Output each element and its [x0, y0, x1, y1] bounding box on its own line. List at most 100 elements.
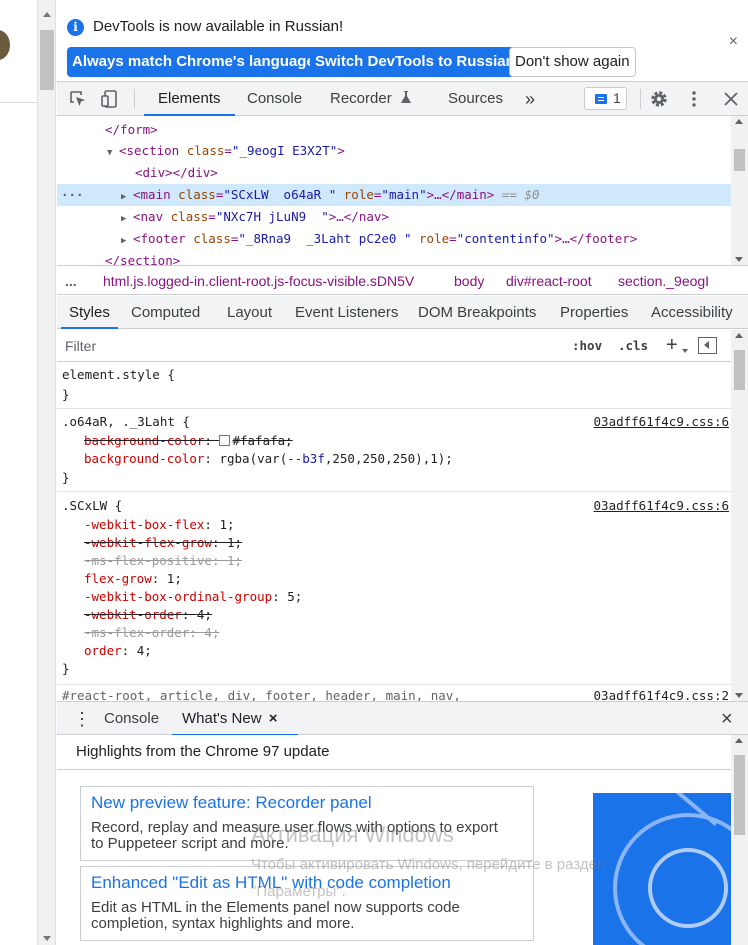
promo-thumbnail[interactable]: [593, 793, 731, 945]
hover-state-toggle[interactable]: :hov: [572, 338, 602, 353]
dom-node-section[interactable]: ▼ <section class="_9eogI E3X2T">: [57, 140, 731, 162]
filter-input[interactable]: [57, 332, 559, 359]
rule-source-link[interactable]: 03adff61f4c9.css:6: [594, 497, 729, 515]
dom-node-nav[interactable]: ▶ <nav class="NXc7H jLuN9 ">…</nav>: [57, 206, 731, 228]
rule-source-link[interactable]: 03adff61f4c9.css:6: [594, 413, 729, 431]
breadcrumb-item[interactable]: section._9eogI: [618, 266, 709, 294]
declaration-invalid[interactable]: -ms-flex-positive: 1;: [84, 552, 242, 570]
expand-triangle-icon[interactable]: ▶: [121, 230, 133, 252]
match-language-button[interactable]: Always match Chrome's language: [67, 47, 320, 77]
dom-tree: </form> ▼ <section class="_9eogI E3X2T"> …: [57, 116, 748, 265]
tab-console[interactable]: Console: [247, 82, 302, 116]
tab-properties[interactable]: Properties: [560, 296, 628, 329]
dom-node-form-close[interactable]: </form>: [57, 119, 731, 141]
attr-name: role: [419, 231, 450, 246]
declaration[interactable]: background-color: rgba(var(--b3f,250,250…: [84, 450, 453, 468]
infobar-message: DevTools is now available in Russian!: [93, 18, 344, 35]
rule-selector[interactable]: .SCxLW {: [62, 497, 122, 515]
feature-card-title[interactable]: Enhanced "Edit as HTML" with code comple…: [91, 873, 451, 893]
collapse-triangle-icon[interactable]: ▼: [107, 142, 119, 164]
rule-selector[interactable]: element.style {: [62, 366, 175, 384]
tab-styles[interactable]: Styles: [61, 296, 118, 329]
color-swatch-icon[interactable]: [219, 435, 231, 446]
tab-accessibility[interactable]: Accessibility: [651, 296, 733, 329]
kebab-menu-icon[interactable]: [685, 90, 703, 108]
tab-whats-new[interactable]: What's New ×: [172, 702, 297, 736]
expand-triangle-icon[interactable]: ▶: [121, 186, 133, 208]
rule-source-link[interactable]: 03adff61f4c9.css:2: [594, 687, 729, 701]
expand-triangle-icon[interactable]: ▶: [121, 208, 133, 230]
tab-recorder[interactable]: Recorder: [330, 82, 412, 116]
more-tabs-icon[interactable]: »: [525, 82, 535, 116]
property-name: -webkit-box-ordinal-group: [84, 589, 273, 604]
drawer-scrollbar[interactable]: [731, 735, 748, 945]
rule-selector[interactable]: #react-root, article, div, footer, heade…: [62, 687, 461, 701]
toggle-sidebar-icon[interactable]: [698, 337, 717, 354]
declaration[interactable]: flex-grow: 1;: [84, 570, 182, 588]
scroll-up-icon[interactable]: [735, 738, 743, 743]
scrollbar-thumb[interactable]: [734, 755, 745, 835]
declaration-invalid[interactable]: -ms-flex-order: 4;: [84, 624, 219, 642]
close-devtools-icon[interactable]: [722, 90, 740, 108]
property-value: 1;: [227, 535, 243, 550]
device-toolbar-icon[interactable]: [101, 90, 119, 108]
dom-node-footer[interactable]: ▶ <footer class="_8Rna9 _3Laht pC2e0 " ro…: [57, 228, 731, 250]
feature-card[interactable]: New preview feature: Recorder panel Reco…: [80, 786, 534, 861]
attr-name: role: [343, 187, 374, 202]
page-scrollbar[interactable]: [38, 0, 56, 945]
node-actions-icon[interactable]: ···: [61, 184, 84, 206]
property-value: ,250,250,250),1);: [324, 451, 453, 466]
scroll-down-icon[interactable]: [735, 693, 743, 698]
rule-close-brace: }: [62, 661, 70, 676]
close-icon[interactable]: ×: [729, 33, 738, 51]
dropdown-icon[interactable]: [682, 349, 688, 353]
tag-text: </section>: [105, 253, 181, 265]
drawer-menu-icon[interactable]: ⋮: [73, 702, 91, 736]
scroll-up-icon[interactable]: [735, 333, 743, 338]
breadcrumb-item[interactable]: div#react-root: [506, 266, 592, 294]
feature-card[interactable]: Enhanced "Edit as HTML" with code comple…: [80, 866, 534, 941]
gear-icon[interactable]: [650, 90, 668, 108]
declaration-overridden[interactable]: background-color: #fafafa;: [84, 432, 293, 450]
scroll-up-icon[interactable]: [43, 12, 51, 17]
css-variable-link[interactable]: --b3f: [287, 451, 325, 466]
scrollbar-thumb[interactable]: [734, 350, 745, 390]
tab-sources[interactable]: Sources: [448, 82, 503, 116]
close-drawer-icon[interactable]: ×: [721, 702, 733, 736]
whats-new-panel: Highlights from the Chrome 97 update New…: [57, 735, 748, 945]
tab-drawer-console[interactable]: Console: [104, 702, 159, 736]
tab-event-listeners[interactable]: Event Listeners: [295, 296, 398, 329]
breadcrumb-item[interactable]: html.js.logged-in.client-root.js-focus-v…: [103, 266, 414, 294]
declaration-overridden[interactable]: -webkit-flex-grow: 1;: [84, 534, 242, 552]
dom-node-div[interactable]: <div></div>: [57, 162, 731, 184]
dont-show-again-button[interactable]: Don't show again: [509, 47, 636, 77]
inspect-element-icon[interactable]: [69, 90, 87, 108]
class-toggle[interactable]: .cls: [618, 338, 648, 353]
dom-node-main-selected[interactable]: ··· ▶ <main class="SCxLW o64aR " role="ma…: [57, 184, 731, 206]
tab-elements[interactable]: Elements: [144, 82, 234, 116]
dom-node-section-close[interactable]: </section>: [57, 250, 731, 265]
feature-card-title[interactable]: New preview feature: Recorder panel: [91, 793, 372, 813]
tab-computed[interactable]: Computed: [131, 296, 200, 329]
breadcrumb-item[interactable]: body: [454, 266, 484, 294]
scroll-down-icon[interactable]: [43, 936, 51, 941]
scrollbar-thumb[interactable]: [40, 30, 54, 90]
declaration[interactable]: order: 4;: [84, 642, 152, 660]
declaration[interactable]: -webkit-box-flex: 1;: [84, 516, 235, 534]
dom-scrollbar[interactable]: [731, 116, 748, 265]
styles-scrollbar[interactable]: [731, 330, 748, 701]
scroll-up-icon[interactable]: [735, 119, 743, 124]
new-style-rule-icon[interactable]: +: [666, 334, 678, 357]
close-tab-icon[interactable]: ×: [269, 710, 278, 727]
scrollbar-thumb[interactable]: [734, 149, 745, 171]
tab-layout[interactable]: Layout: [227, 296, 272, 329]
issues-counter[interactable]: 1: [584, 87, 627, 110]
tab-dom-breakpoints[interactable]: DOM Breakpoints: [418, 296, 536, 329]
scroll-down-icon[interactable]: [735, 257, 743, 262]
declaration-overridden[interactable]: -webkit-order: 4;: [84, 606, 212, 624]
property-name: -webkit-box-flex: [84, 517, 205, 532]
breadcrumb-overflow[interactable]: ...: [65, 266, 77, 294]
rule-selector[interactable]: .o64aR, ._3Laht {: [62, 413, 190, 431]
declaration[interactable]: -webkit-box-ordinal-group: 5;: [84, 588, 302, 606]
switch-russian-button[interactable]: Switch DevTools to Russian: [310, 47, 520, 77]
